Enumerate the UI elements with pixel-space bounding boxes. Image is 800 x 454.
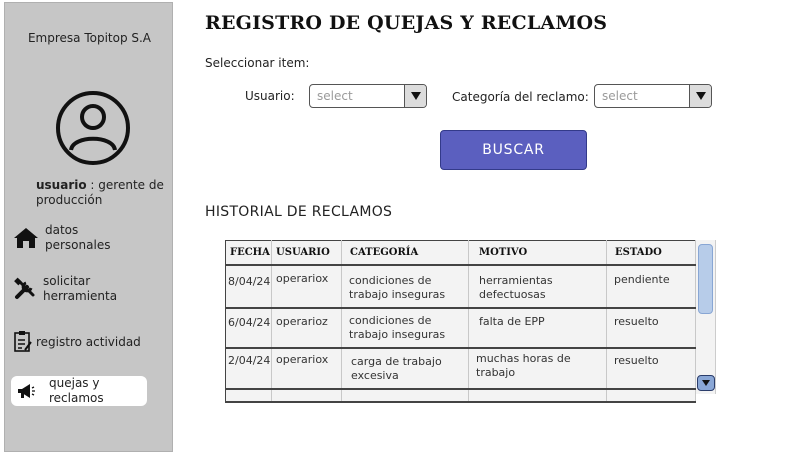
header-categoria[interactable]: CATEGORÍA bbox=[341, 240, 469, 266]
header-estado[interactable]: ESTADO bbox=[606, 240, 696, 266]
user-avatar-icon bbox=[55, 89, 131, 167]
sidebar: Empresa Topitop S.A usuario : gerente de… bbox=[4, 2, 173, 452]
cell-empty bbox=[341, 388, 469, 403]
sidebar-item-label: datos personales bbox=[45, 223, 111, 252]
cell-usuario: operarioz bbox=[271, 307, 342, 349]
cell-fecha: 6/04/24 bbox=[225, 307, 272, 349]
sidebar-item-label: registro actividad bbox=[36, 334, 141, 349]
sidebar-item-quejas-reclamos[interactable]: quejas y reclamos bbox=[11, 376, 147, 406]
cell-motivo: herramientas defectuosas bbox=[468, 264, 607, 309]
cell-categoria: condiciones de trabajo inseguras bbox=[341, 307, 469, 349]
scroll-down-icon[interactable] bbox=[697, 375, 715, 391]
categoria-select[interactable]: select bbox=[594, 84, 712, 108]
sidebar-item-solicitar-herramienta[interactable]: solicitar herramienta bbox=[13, 274, 163, 304]
tools-icon bbox=[13, 277, 37, 301]
sidebar-item-datos-personales[interactable]: datos personales bbox=[13, 223, 163, 253]
header-fecha[interactable]: FECHA bbox=[225, 240, 272, 266]
header-usuario[interactable]: USUARIO bbox=[271, 240, 342, 266]
sidebar-item-registro-actividad[interactable]: registro actividad bbox=[13, 330, 163, 354]
sidebar-item-label: solicitar herramienta bbox=[43, 274, 118, 303]
megaphone-icon bbox=[17, 383, 35, 399]
scrollbar-thumb[interactable] bbox=[698, 244, 713, 314]
cell-fecha: 2/04/24 bbox=[225, 347, 272, 390]
company-name: Empresa Topitop S.A bbox=[27, 31, 152, 45]
categoria-label: Categoría del reclamo: bbox=[452, 90, 589, 104]
claims-table: FECHA USUARIO CATEGORÍA MOTIVO ESTADO 8/… bbox=[225, 240, 696, 403]
cell-empty bbox=[271, 388, 342, 403]
categoria-select-value: select bbox=[602, 89, 638, 103]
table-header-row: FECHA USUARIO CATEGORÍA MOTIVO ESTADO bbox=[225, 240, 696, 266]
cell-motivo: muchas horas de trabajo bbox=[468, 347, 607, 390]
home-icon bbox=[13, 226, 39, 250]
cell-estado: pendiente bbox=[606, 264, 696, 309]
cell-empty bbox=[606, 388, 696, 403]
clipboard-icon bbox=[13, 330, 33, 354]
cell-fecha: 8/04/24 bbox=[225, 264, 272, 309]
user-role: usuario : gerente de producción bbox=[36, 178, 166, 208]
cell-usuario: operariox bbox=[271, 264, 342, 309]
usuario-label: Usuario: bbox=[245, 89, 295, 103]
usuario-select[interactable]: select bbox=[309, 84, 427, 108]
user-label-key: usuario bbox=[36, 178, 87, 192]
cell-usuario: operariox bbox=[271, 347, 342, 390]
sidebar-item-label: quejas y reclamos bbox=[49, 376, 104, 405]
cell-empty bbox=[468, 388, 607, 403]
page-title: REGISTRO DE QUEJAS Y RECLAMOS bbox=[205, 12, 608, 34]
search-button[interactable]: BUSCAR bbox=[440, 130, 587, 170]
cell-motivo: falta de EPP bbox=[468, 307, 607, 349]
table-row[interactable]: 8/04/24 operariox condiciones de trabajo… bbox=[225, 264, 696, 309]
table-row[interactable]: 6/04/24 operarioz condiciones de trabajo… bbox=[225, 307, 696, 349]
claims-table-container: FECHA USUARIO CATEGORÍA MOTIVO ESTADO 8/… bbox=[225, 240, 717, 403]
vertical-scrollbar[interactable] bbox=[696, 240, 716, 394]
select-item-label: Seleccionar item: bbox=[205, 56, 310, 70]
chevron-down-icon[interactable] bbox=[689, 85, 711, 107]
history-title: HISTORIAL DE RECLAMOS bbox=[205, 204, 393, 220]
header-motivo[interactable]: MOTIVO bbox=[468, 240, 607, 266]
cell-categoria: condiciones de trabajo inseguras bbox=[341, 264, 469, 309]
chevron-down-icon[interactable] bbox=[404, 85, 426, 107]
cell-estado: resuelto bbox=[606, 307, 696, 349]
usuario-select-value: select bbox=[317, 89, 353, 103]
cell-estado: resuelto bbox=[606, 347, 696, 390]
cell-categoria: carga de trabajo excesiva bbox=[341, 347, 469, 390]
table-row[interactable]: 2/04/24 operariox carga de trabajo exces… bbox=[225, 347, 696, 390]
table-row-empty bbox=[225, 388, 696, 403]
cell-empty bbox=[225, 388, 272, 403]
